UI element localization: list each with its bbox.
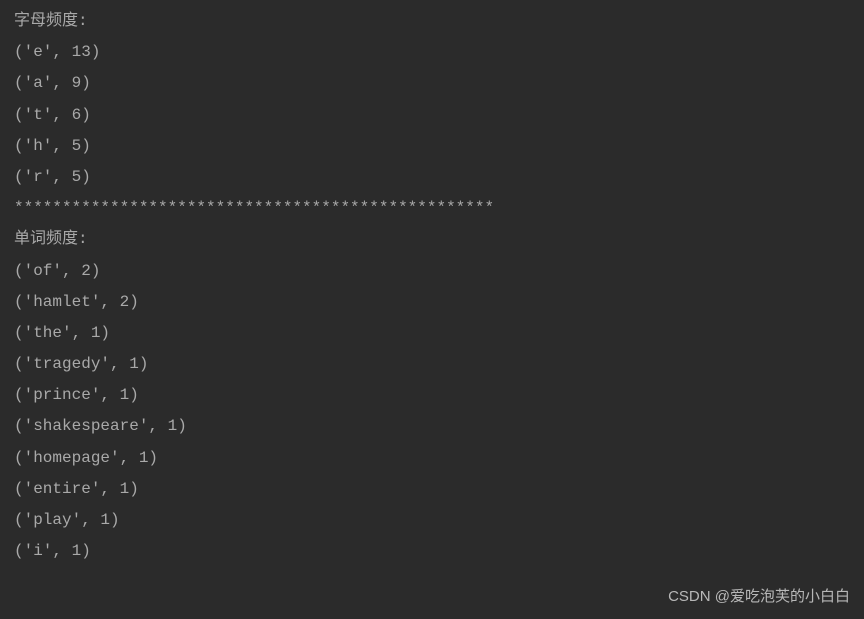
word-entry: ('of', 2) [14,256,850,287]
separator-line: ****************************************… [14,193,850,224]
word-entry: ('hamlet', 2) [14,287,850,318]
letter-entry: ('r', 5) [14,162,850,193]
letter-freq-header: 字母频度: [14,6,850,37]
letter-entry: ('e', 13) [14,37,850,68]
word-entry: ('shakespeare', 1) [14,411,850,442]
word-entry: ('entire', 1) [14,474,850,505]
word-entry: ('homepage', 1) [14,443,850,474]
word-freq-header: 单词频度: [14,224,850,255]
word-entry: ('i', 1) [14,536,850,567]
letter-entry: ('h', 5) [14,131,850,162]
console-output: 字母频度: ('e', 13) ('a', 9) ('t', 6) ('h', … [14,6,850,567]
letter-entry: ('a', 9) [14,68,850,99]
word-entry: ('tragedy', 1) [14,349,850,380]
word-entry: ('play', 1) [14,505,850,536]
watermark-text: CSDN @爱吃泡芙的小白白 [668,582,850,611]
letter-entry: ('t', 6) [14,100,850,131]
word-entry: ('the', 1) [14,318,850,349]
word-entry: ('prince', 1) [14,380,850,411]
